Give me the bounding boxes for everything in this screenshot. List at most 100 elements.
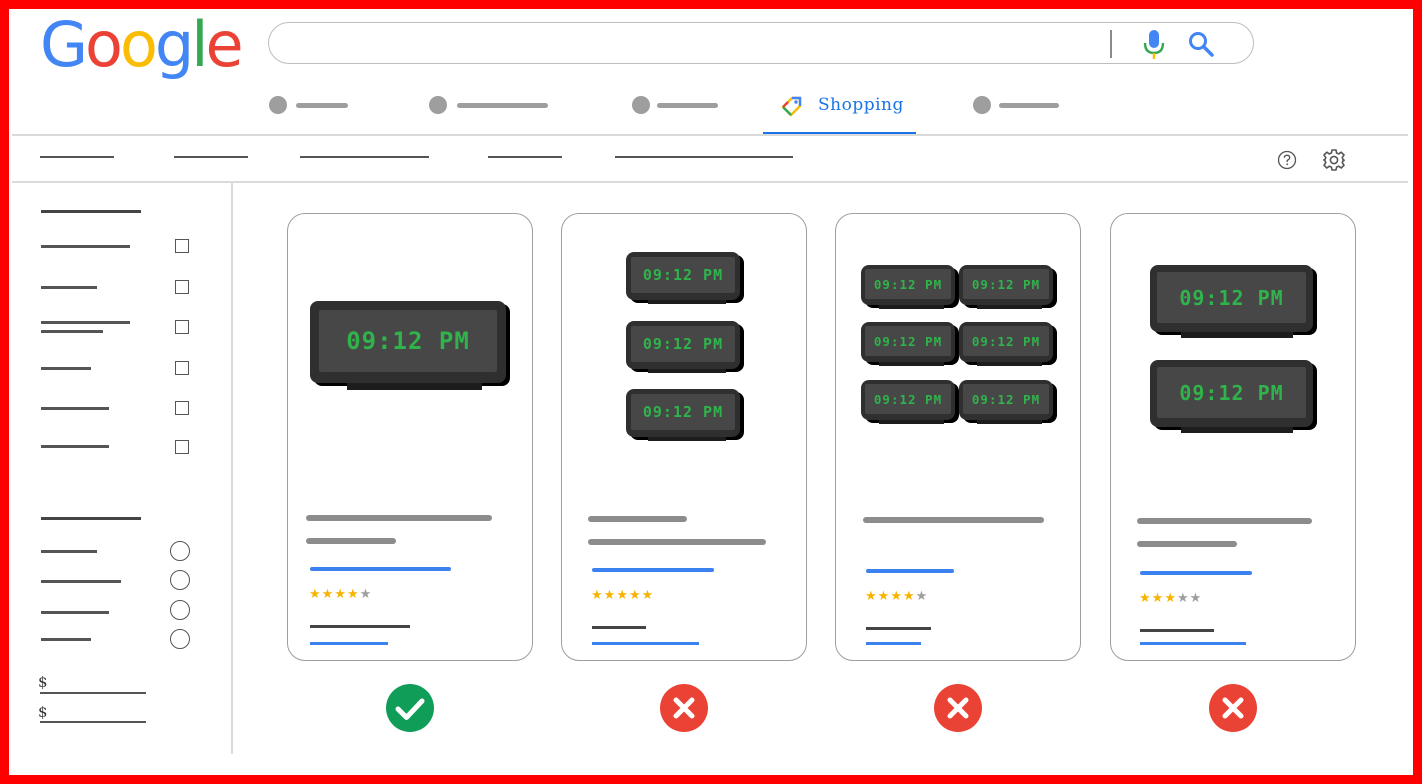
store-link[interactable] (1140, 642, 1246, 645)
price-max-input[interactable] (40, 721, 146, 723)
price-max-symbol: $ (38, 703, 48, 721)
clock-stand (1180, 332, 1294, 339)
product-price (310, 567, 451, 571)
product-title[interactable] (1137, 541, 1237, 547)
tab-all[interactable] (296, 103, 348, 108)
search-bar[interactable] (268, 22, 1254, 64)
filter-chip[interactable] (615, 156, 793, 158)
filter-radio[interactable] (170, 600, 190, 620)
clock-stand (878, 362, 944, 366)
help-icon[interactable] (1277, 150, 1297, 170)
clock-stand (976, 420, 1042, 424)
star-icon: ★ (902, 588, 916, 603)
alarm-clock-image[interactable]: 09:12 PM (959, 380, 1053, 424)
alarm-clock-image[interactable]: 09:12 PM (626, 389, 740, 442)
clock-display: 09:12 PM (1157, 367, 1306, 418)
filter-checkbox[interactable] (175, 440, 189, 454)
star-icon: ★ (591, 587, 604, 602)
alarm-clock-image[interactable]: 09:12 PM (626, 252, 740, 305)
filter-option-label (41, 638, 91, 641)
product-title[interactable] (863, 517, 1044, 523)
filter-radio[interactable] (170, 541, 190, 561)
tab-images-icon[interactable] (429, 96, 447, 114)
clock-stand (1180, 427, 1294, 434)
clock-display: 09:12 PM (865, 269, 951, 299)
alarm-clock-image[interactable]: 09:12 PM (861, 380, 955, 424)
alarm-clock-image[interactable]: 09:12 PM (959, 265, 1053, 309)
tab-more-icon[interactable] (973, 96, 991, 114)
star-icon: ★ (616, 587, 629, 602)
alarm-clock-image[interactable]: 09:12 PM (626, 321, 740, 374)
store-link[interactable] (592, 642, 699, 645)
product-title[interactable] (588, 516, 687, 522)
product-price (1140, 571, 1252, 575)
alarm-clock-image[interactable]: 09:12 PM (861, 265, 955, 309)
product-price (592, 568, 714, 572)
filter-checkbox[interactable] (175, 401, 189, 415)
tab-all-icon[interactable] (269, 96, 287, 114)
store-name (866, 627, 931, 630)
product-title[interactable] (306, 538, 396, 544)
price-min-input[interactable] (40, 692, 146, 694)
clock-stand (647, 300, 727, 305)
store-name (1140, 629, 1214, 632)
filter-chip[interactable] (174, 156, 248, 158)
alarm-clock-image[interactable]: 09:12 PM (1150, 265, 1313, 339)
tab-news-icon[interactable] (632, 96, 650, 114)
filter-option-label (41, 611, 109, 614)
clock-display: 09:12 PM (631, 394, 735, 430)
clock-stand (878, 305, 944, 309)
store-link[interactable] (866, 642, 921, 645)
clock-display: 09:12 PM (631, 257, 735, 293)
logo-letter: l (191, 8, 208, 81)
mic-icon[interactable] (1142, 29, 1166, 61)
product-title[interactable] (588, 539, 766, 545)
filter-chip[interactable] (300, 156, 429, 158)
alarm-clock-image[interactable]: 09:12 PM (1150, 360, 1313, 434)
star-icon: ★ (1176, 590, 1190, 605)
clock-stand (878, 420, 944, 424)
search-icon[interactable] (1187, 30, 1215, 58)
google-logo[interactable]: Google (40, 8, 244, 81)
cross-icon (660, 684, 708, 732)
alarm-clock-image[interactable]: 09:12 PM (959, 322, 1053, 366)
product-title[interactable] (306, 515, 492, 521)
filter-chip[interactable] (40, 156, 114, 158)
filter-checkbox[interactable] (175, 280, 189, 294)
search-divider (1110, 30, 1112, 58)
clock-display: 09:12 PM (865, 326, 951, 356)
cross-icon (934, 684, 982, 732)
filter-radio[interactable] (170, 570, 190, 590)
filter-option-label (41, 445, 109, 448)
clock-display: 09:12 PM (963, 384, 1049, 414)
product-title[interactable] (1137, 518, 1312, 524)
filter-checkbox[interactable] (175, 320, 189, 334)
star-icon: ★ (628, 587, 642, 602)
tab-more[interactable] (999, 103, 1059, 108)
price-tag-icon[interactable] (780, 94, 804, 118)
store-link[interactable] (310, 642, 388, 645)
alarm-clock-image[interactable]: 09:12 PM (861, 322, 955, 366)
filter-radio[interactable] (170, 629, 190, 649)
clock-display: 09:12 PM (963, 269, 1049, 299)
star-icon: ★ (915, 588, 929, 603)
alarm-clock-image[interactable]: 09:12 PM (310, 301, 506, 391)
star-icon: ★ (865, 588, 878, 603)
filter-option-label (41, 245, 130, 248)
logo-letter: o (85, 8, 123, 81)
tab-shopping[interactable]: Shopping (818, 95, 904, 115)
search-input[interactable] (287, 29, 1091, 59)
filter-option-label (41, 367, 91, 370)
star-icon: ★ (877, 588, 891, 603)
tab-news[interactable] (657, 103, 718, 108)
filter-checkbox[interactable] (175, 239, 189, 253)
clock-stand (347, 383, 483, 391)
settings-gear-icon[interactable] (1322, 148, 1346, 172)
clock-stand (647, 437, 727, 442)
tab-images[interactable] (457, 103, 548, 108)
logo-letter: g (154, 8, 194, 81)
filter-group-heading (41, 210, 141, 213)
star-icon: ★ (1164, 590, 1177, 605)
filter-chip[interactable] (488, 156, 562, 158)
filter-checkbox[interactable] (175, 361, 189, 375)
